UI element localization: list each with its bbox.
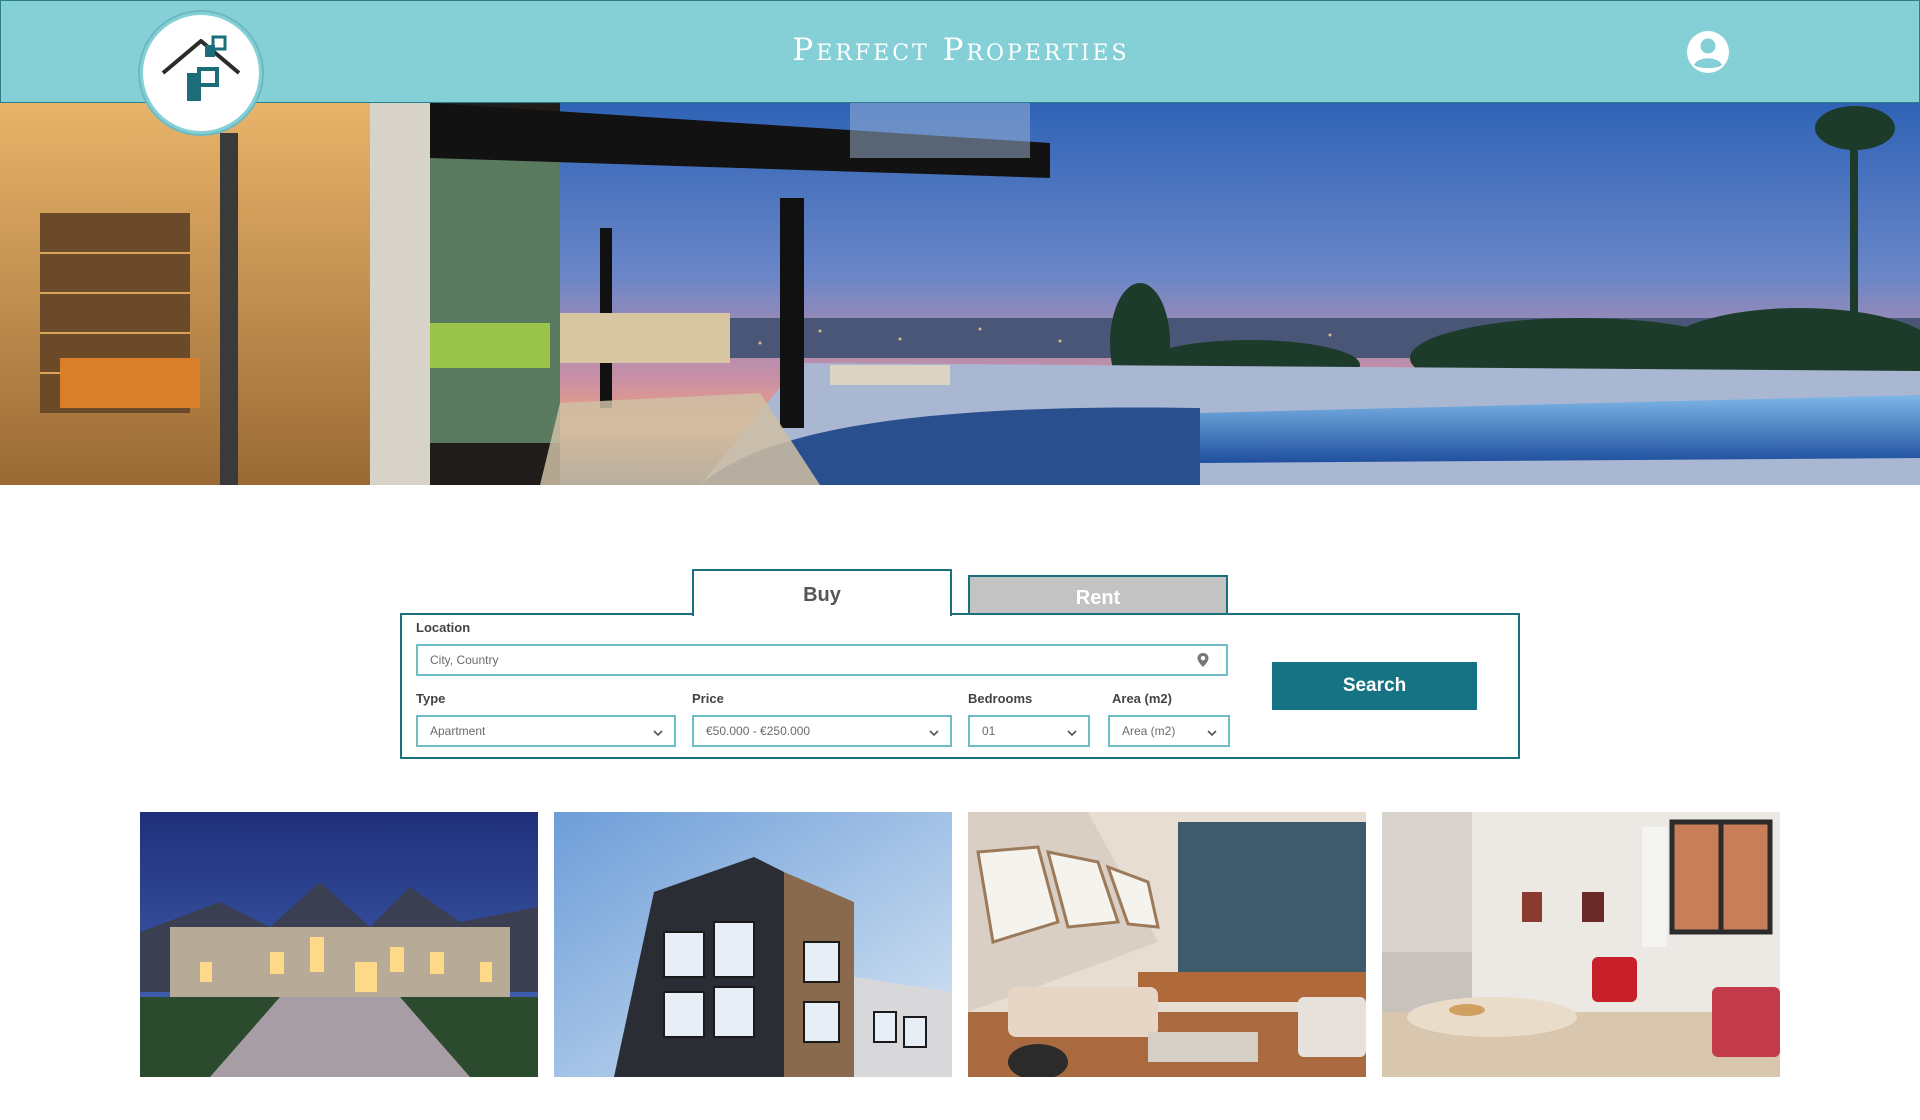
chevron-down-icon bbox=[1066, 727, 1078, 739]
tab-rent[interactable]: Rent bbox=[968, 575, 1228, 615]
location-placeholder: City, Country bbox=[430, 653, 499, 667]
location-input[interactable]: City, Country bbox=[416, 644, 1228, 676]
area-value: Area (m2) bbox=[1122, 724, 1176, 738]
chevron-down-icon bbox=[1206, 727, 1218, 739]
search-panel: Location City, Country Type Apartment Pr… bbox=[400, 613, 1520, 759]
tab-buy[interactable]: Buy bbox=[692, 569, 952, 616]
bedrooms-value: 01 bbox=[982, 724, 996, 738]
bedrooms-select[interactable]: 01 bbox=[968, 715, 1090, 747]
map-pin-icon bbox=[1196, 652, 1210, 671]
price-select[interactable]: €50.000 - €250.000 bbox=[692, 715, 952, 747]
listing-image-building[interactable] bbox=[554, 812, 952, 1077]
hero-image bbox=[0, 103, 1920, 485]
house-logo-icon[interactable] bbox=[140, 12, 262, 134]
type-value: Apartment bbox=[430, 724, 486, 738]
chevron-down-icon bbox=[928, 727, 940, 739]
type-label: Type bbox=[416, 691, 446, 706]
price-value: €50.000 - €250.000 bbox=[706, 724, 811, 738]
area-label: Area (m2) bbox=[1112, 691, 1172, 706]
top-header: Perfect Properties bbox=[0, 0, 1920, 103]
site-title: Perfect Properties bbox=[792, 32, 1130, 68]
listing-image-apartment[interactable] bbox=[1382, 812, 1780, 1077]
listing-image-manor[interactable] bbox=[140, 812, 538, 1077]
type-select[interactable]: Apartment bbox=[416, 715, 676, 747]
location-label: Location bbox=[416, 620, 471, 635]
chevron-down-icon bbox=[652, 727, 664, 739]
search-button[interactable]: Search bbox=[1272, 662, 1477, 710]
price-label: Price bbox=[692, 691, 724, 706]
user-circle-icon[interactable] bbox=[1686, 30, 1730, 74]
listing-image-attic[interactable] bbox=[968, 812, 1366, 1077]
bedrooms-label: Bedrooms bbox=[968, 691, 1033, 706]
area-select[interactable]: Area (m2) bbox=[1108, 715, 1230, 747]
